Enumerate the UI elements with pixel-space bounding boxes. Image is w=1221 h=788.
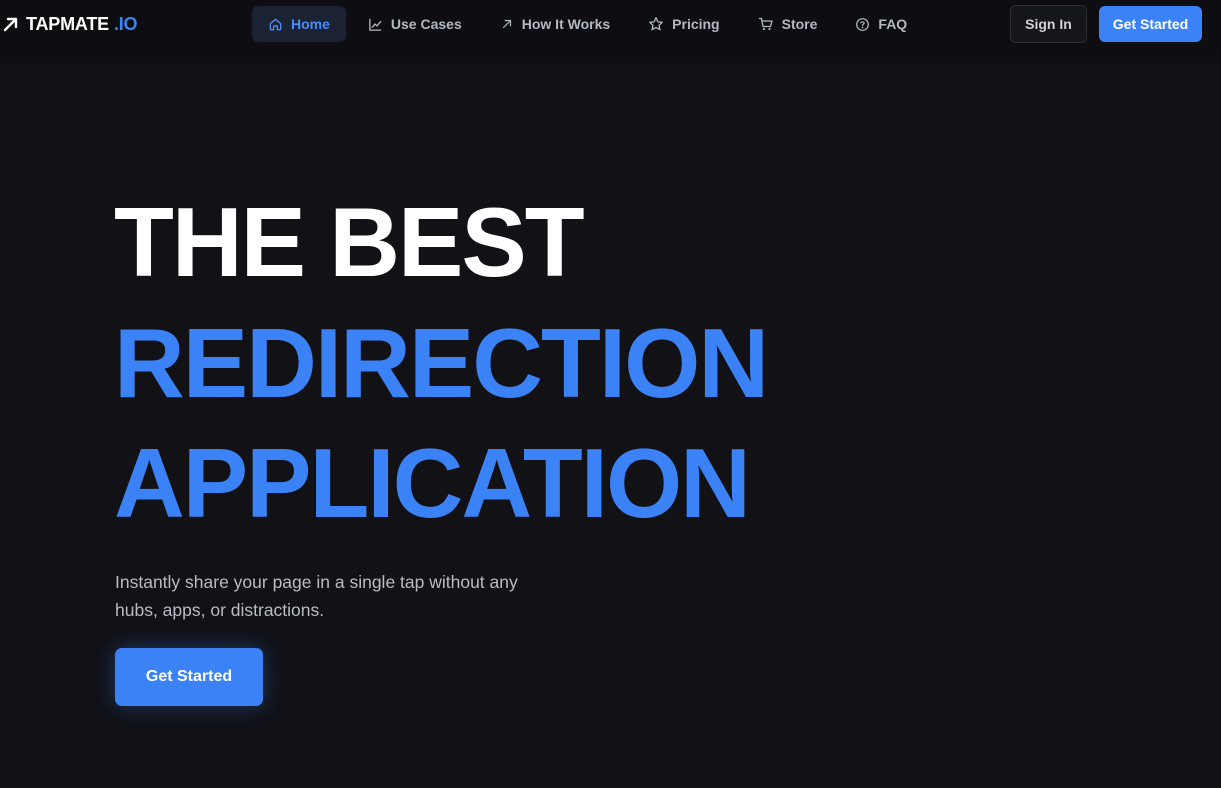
line-chart-icon	[368, 17, 383, 32]
nav-item-store[interactable]: Store	[742, 6, 834, 42]
nav-item-label: Store	[781, 16, 818, 32]
nav-item-faq[interactable]: FAQ	[839, 6, 923, 42]
nav-item-how-it-works[interactable]: How It Works	[484, 6, 626, 42]
hero-headline-line-2: REDIRECTION	[114, 308, 769, 418]
nav-item-label: Pricing	[672, 16, 720, 32]
brand-logo[interactable]: TAPMATE .IO	[2, 12, 138, 36]
top-navigation-bar: TAPMATE .IO Home Use Cases How It Works …	[0, 0, 1221, 48]
star-icon	[648, 16, 664, 32]
hero-headline-line-3: APPLICATION	[114, 428, 751, 538]
help-circle-icon	[855, 17, 870, 32]
nav-item-pricing[interactable]: Pricing	[632, 6, 735, 42]
home-icon	[268, 17, 283, 32]
nav-item-label: How It Works	[521, 16, 611, 32]
hero-headline-line-1: THE BEST	[114, 187, 585, 297]
cart-icon	[758, 16, 774, 32]
brand-name-suffix: .IO	[113, 13, 138, 34]
nav-item-home[interactable]: Home	[252, 6, 346, 42]
landing-page: TAPMATE .IO Home Use Cases How It Works …	[0, 0, 1221, 788]
hero-get-started-button[interactable]: Get Started	[115, 648, 263, 706]
brand-name: TAPMATE .IO	[26, 13, 138, 35]
nav-item-label: Use Cases	[390, 16, 462, 32]
arrow-up-right-icon	[500, 17, 514, 31]
sign-in-button[interactable]: Sign In	[1010, 5, 1087, 43]
hero-subtitle: Instantly share your page in a single ta…	[115, 572, 518, 620]
brand-name-main: TAPMATE	[26, 13, 109, 34]
nav-item-label: Home	[291, 16, 330, 32]
nav-item-label: FAQ	[878, 16, 908, 32]
main-nav: Home Use Cases How It Works Pricing Stor…	[252, 6, 923, 42]
arrow-up-right-icon	[2, 15, 20, 33]
nav-item-use-cases[interactable]: Use Cases	[352, 6, 478, 42]
header-get-started-button[interactable]: Get Started	[1099, 6, 1202, 42]
